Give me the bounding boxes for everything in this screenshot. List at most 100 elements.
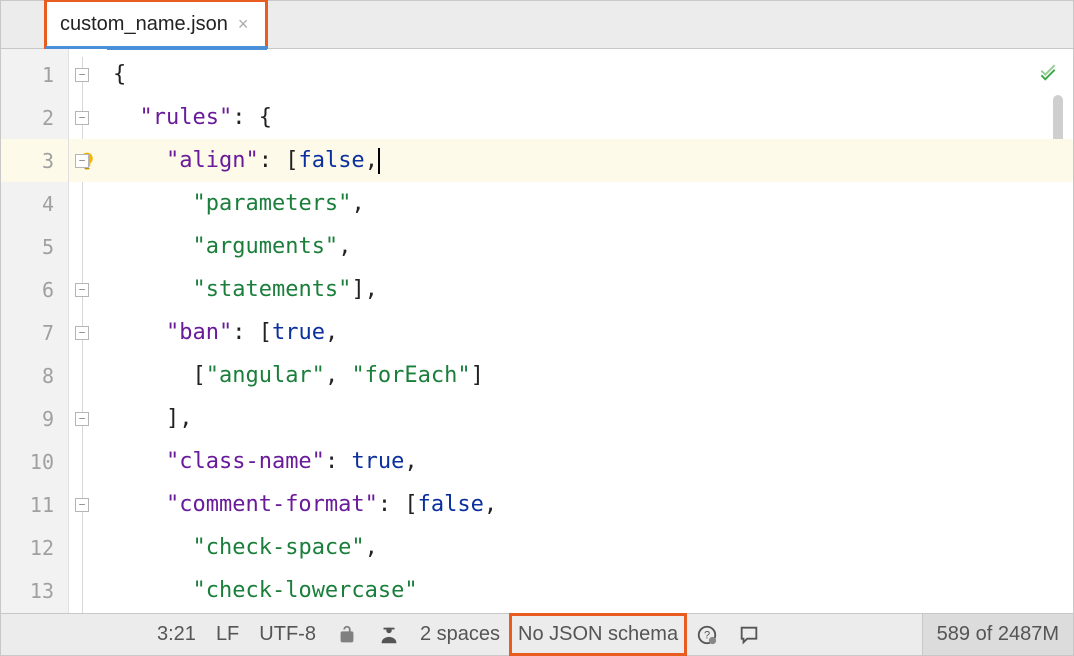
line-number: 1 xyxy=(1,53,68,96)
code-token: , xyxy=(365,139,378,182)
code-line[interactable]: "class-name": true, xyxy=(107,440,1073,483)
code-line[interactable]: "arguments", xyxy=(107,225,1073,268)
code-token: "align" xyxy=(166,139,259,182)
json-schema-status[interactable]: No JSON schema xyxy=(510,614,686,655)
fold-toggle-icon[interactable]: − xyxy=(75,412,89,426)
code-token: "ban" xyxy=(166,311,232,354)
code-token: : { xyxy=(232,96,272,139)
code-line[interactable]: ["angular", "forEach"] xyxy=(107,354,1073,397)
file-encoding[interactable]: UTF-8 xyxy=(249,614,326,655)
code-token: , xyxy=(325,311,338,354)
fold-toggle-icon[interactable]: − xyxy=(75,326,89,340)
code-token: : [ xyxy=(378,483,418,526)
code-line[interactable]: "statements"], xyxy=(107,268,1073,311)
code-token xyxy=(113,268,192,311)
code-token: "check-space" xyxy=(192,526,364,569)
code-token: true xyxy=(272,311,325,354)
code-token: "statements" xyxy=(192,268,351,311)
lock-open-icon[interactable] xyxy=(326,614,368,655)
code-line[interactable]: ], xyxy=(107,397,1073,440)
line-number: 3 xyxy=(1,139,68,182)
fold-row xyxy=(69,526,107,569)
code-token: : xyxy=(325,440,352,483)
fold-toggle-icon[interactable]: − xyxy=(75,154,89,168)
text-cursor xyxy=(378,148,380,174)
code-token: , xyxy=(351,182,364,225)
line-number: 13 xyxy=(1,569,68,612)
fold-row xyxy=(69,440,107,483)
line-number: 5 xyxy=(1,225,68,268)
code-token: ], xyxy=(351,268,378,311)
code-line[interactable]: "align": [false, xyxy=(107,139,1073,182)
fold-column: − − − − − − − xyxy=(69,49,107,613)
code-token: "class-name" xyxy=(166,440,325,483)
code-token: : [ xyxy=(232,311,272,354)
feedback-icon[interactable] xyxy=(728,614,770,655)
code-token: , xyxy=(484,483,497,526)
code-line[interactable]: "comment-format": [false, xyxy=(107,483,1073,526)
code-token: false xyxy=(418,483,484,526)
code-token: "rules" xyxy=(140,96,233,139)
code-line[interactable]: "parameters", xyxy=(107,182,1073,225)
fold-row xyxy=(69,182,107,225)
code-token: , xyxy=(365,526,378,569)
code-token xyxy=(113,311,166,354)
fold-row xyxy=(69,225,107,268)
line-number: 10 xyxy=(1,440,68,483)
code-token: "forEach" xyxy=(351,354,470,397)
indent-setting[interactable]: 2 spaces xyxy=(410,614,510,655)
code-token xyxy=(113,182,192,225)
line-number: 2 xyxy=(1,96,68,139)
caret-position[interactable]: 3:21 xyxy=(147,614,206,655)
code-token xyxy=(113,526,192,569)
hector-icon[interactable]: ? xyxy=(686,614,728,655)
fold-row: − xyxy=(69,96,107,139)
tab-bar: custom_name.json × xyxy=(1,1,1073,49)
memory-indicator[interactable]: 589 of 2487M xyxy=(922,614,1073,655)
fold-row xyxy=(69,354,107,397)
line-number: 8 xyxy=(1,354,68,397)
code-token: , xyxy=(338,225,351,268)
tab-close-icon[interactable]: × xyxy=(238,14,249,35)
code-token xyxy=(113,483,166,526)
code-token: "angular" xyxy=(206,354,325,397)
code-token: ] xyxy=(471,354,484,397)
code-token: : [ xyxy=(259,139,299,182)
status-bar: 3:21 LF UTF-8 2 spaces No JSON schema ? … xyxy=(1,613,1073,655)
fold-row: − xyxy=(69,483,107,526)
code-area[interactable]: { "rules": { "align": [false, "parameter… xyxy=(107,49,1073,613)
code-token xyxy=(113,96,140,139)
code-line[interactable]: "rules": { xyxy=(107,96,1073,139)
code-token: true xyxy=(351,440,404,483)
code-token: "parameters" xyxy=(192,182,351,225)
editor-tab[interactable]: custom_name.json × xyxy=(45,0,267,48)
editor-area: 12345678910111213 −−−−−−− { "rules": { "… xyxy=(1,49,1073,613)
code-token: { xyxy=(113,53,126,96)
fold-toggle-icon[interactable]: − xyxy=(75,111,89,125)
code-token: "arguments" xyxy=(192,225,338,268)
fold-toggle-icon[interactable]: − xyxy=(75,498,89,512)
code-line[interactable]: "ban": [true, xyxy=(107,311,1073,354)
code-token: , xyxy=(404,440,417,483)
codewithme-icon[interactable] xyxy=(368,614,410,655)
line-number: 9 xyxy=(1,397,68,440)
fold-toggle-icon[interactable]: − xyxy=(75,283,89,297)
code-token: "check-lowercase" xyxy=(192,569,417,612)
tab-filename: custom_name.json xyxy=(60,13,228,36)
line-number-gutter: 12345678910111213 xyxy=(1,49,69,613)
line-number: 11 xyxy=(1,483,68,526)
fold-row: − xyxy=(69,397,107,440)
code-line[interactable]: "check-space", xyxy=(107,526,1073,569)
fold-toggle-icon[interactable]: − xyxy=(75,68,89,82)
line-number: 4 xyxy=(1,182,68,225)
code-line[interactable]: "check-lowercase" xyxy=(107,569,1073,612)
code-token xyxy=(113,569,192,612)
line-number: 6 xyxy=(1,268,68,311)
code-line[interactable]: { xyxy=(107,53,1073,96)
code-token: , xyxy=(325,354,352,397)
code-token: [ xyxy=(113,354,206,397)
code-token xyxy=(113,440,166,483)
code-token xyxy=(113,225,192,268)
line-separator[interactable]: LF xyxy=(206,614,249,655)
fold-row: − xyxy=(69,139,107,182)
